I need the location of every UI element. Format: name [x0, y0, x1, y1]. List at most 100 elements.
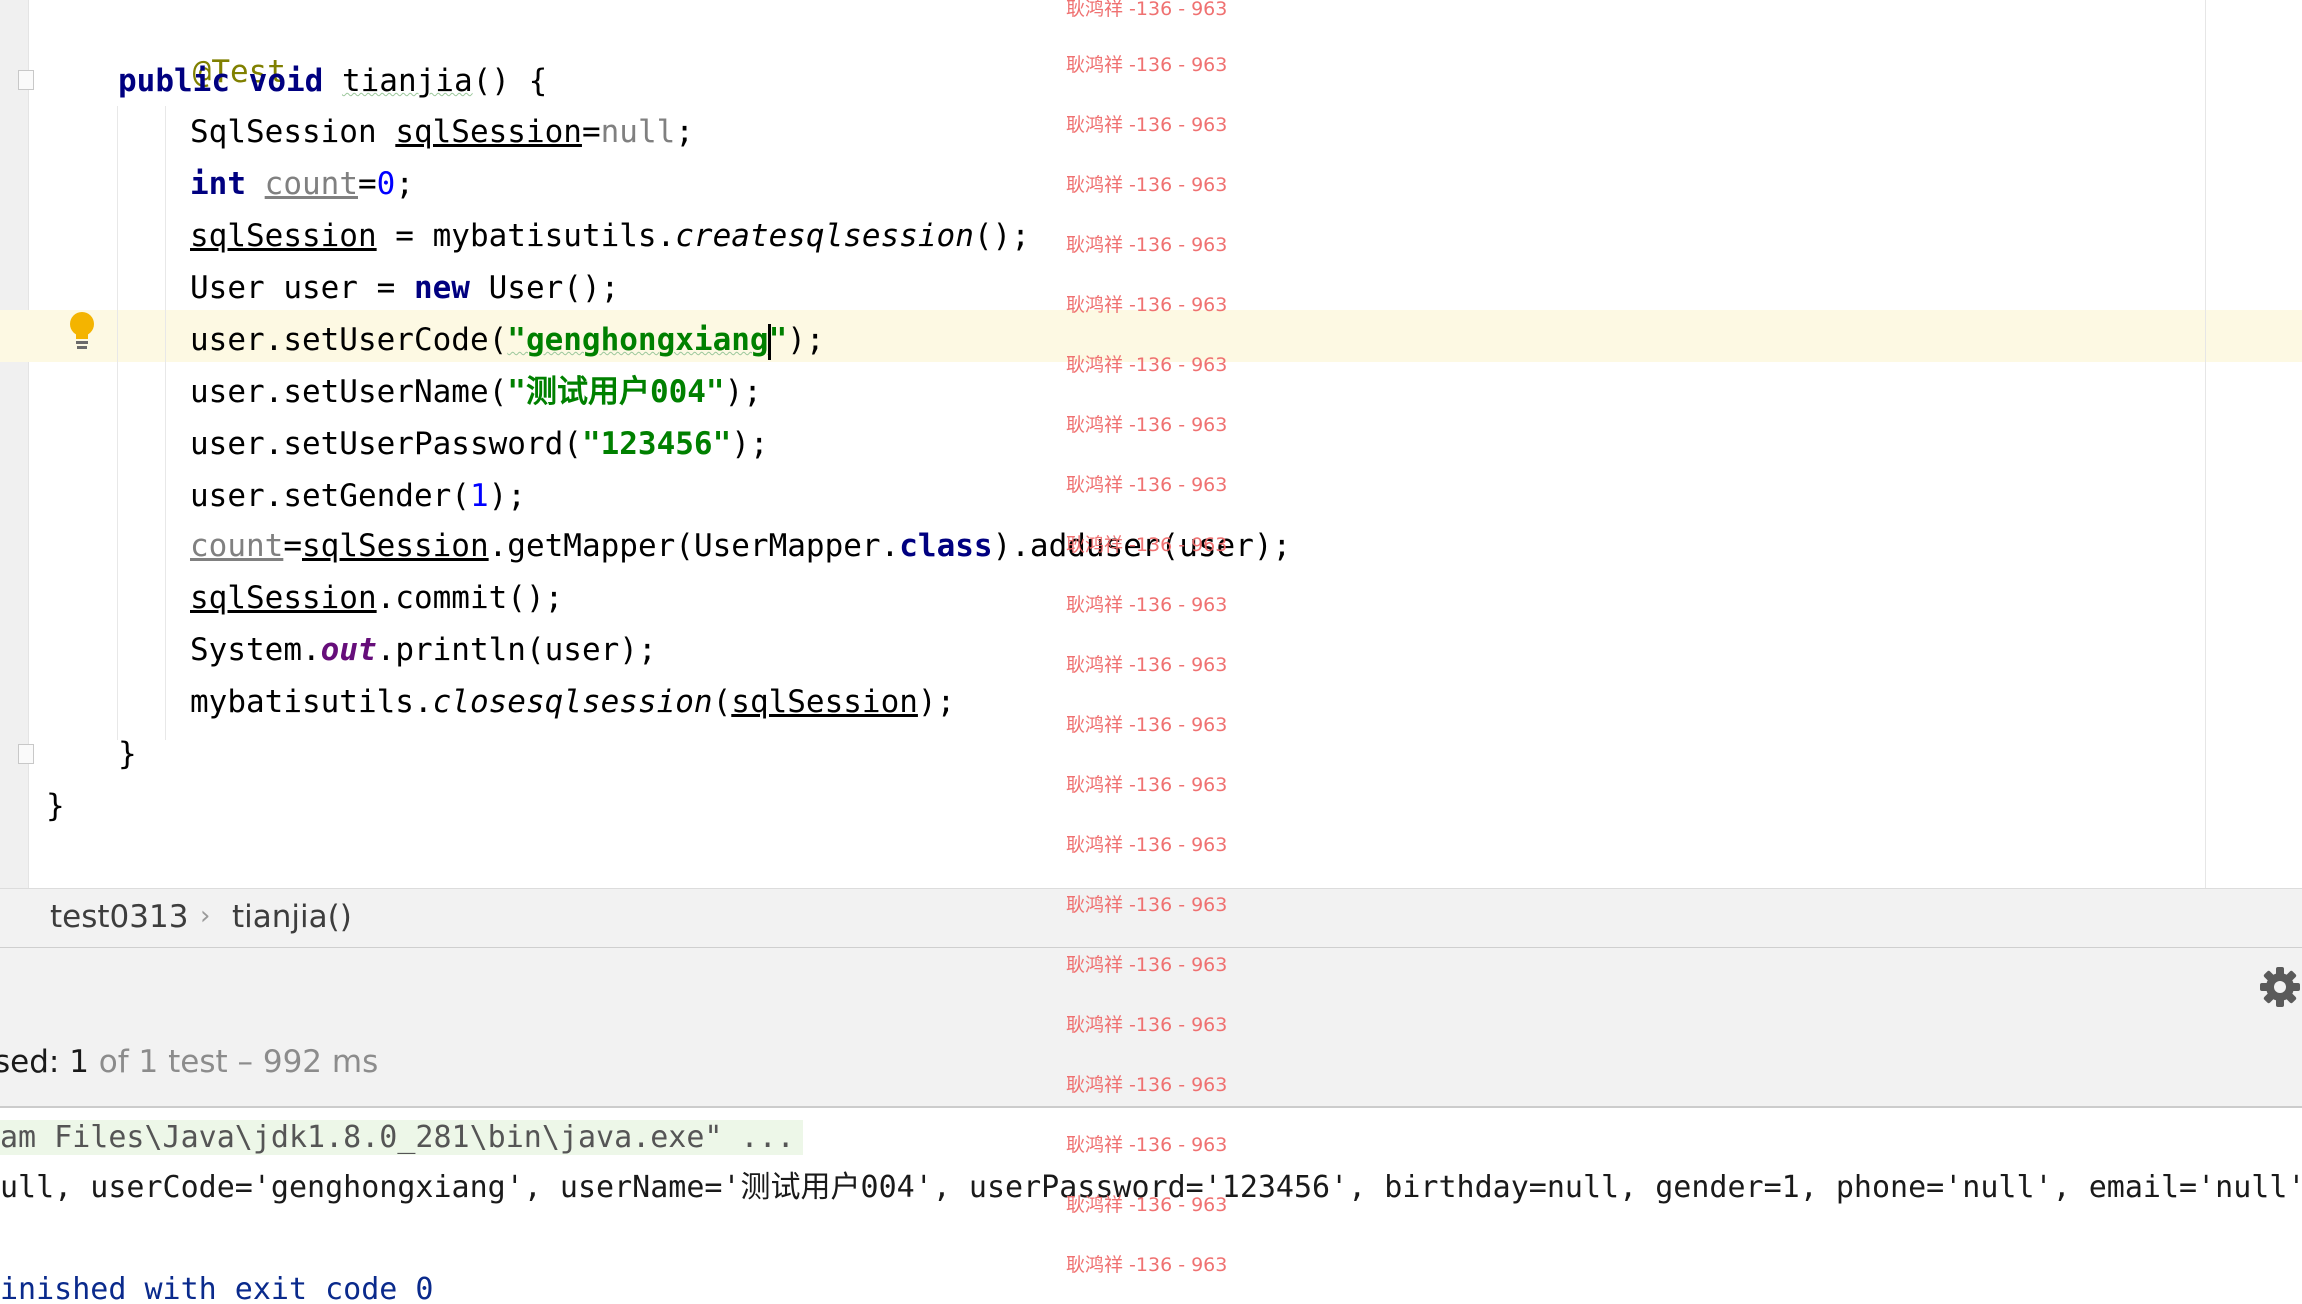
- watermark-text: 耿鸿祥 -136 - 963: [1066, 354, 1228, 376]
- code-token: );: [917, 684, 956, 720]
- variable-token: sqlSession: [190, 580, 377, 616]
- watermark-text: 耿鸿祥 -136 - 963: [1066, 1014, 1228, 1036]
- watermark-text: 耿鸿祥 -136 - 963: [1066, 714, 1228, 736]
- code-line[interactable]: int count=0;: [190, 162, 414, 206]
- watermark-text: 耿鸿祥 -136 - 963: [1066, 774, 1228, 796]
- code-token: System.: [190, 632, 321, 668]
- watermark-text: 耿鸿祥 -136 - 963: [1066, 594, 1228, 616]
- code-token: User();: [469, 270, 620, 306]
- watermark-text: 耿鸿祥 -136 - 963: [1066, 114, 1228, 136]
- string-token: "genghongxiang: [507, 322, 769, 358]
- watermark-text: 耿鸿祥 -136 - 963: [1066, 0, 1228, 20]
- keyword-token: int: [190, 166, 246, 202]
- code-line[interactable]: sqlSession = mybatisutils.createsqlsessi…: [190, 214, 1030, 258]
- code-line[interactable]: mybatisutils.closesqlsession(sqlSession)…: [190, 680, 955, 724]
- code-line[interactable]: }: [46, 784, 65, 828]
- watermark-text: 耿鸿祥 -136 - 963: [1066, 834, 1228, 856]
- type-token: SqlSession: [190, 114, 377, 150]
- watermark-text: 耿鸿祥 -136 - 963: [1066, 474, 1228, 496]
- watermark-text: 耿鸿祥 -136 - 963: [1066, 894, 1228, 916]
- breadcrumb-separator: ›: [200, 901, 211, 931]
- indent-guide: [117, 106, 118, 740]
- right-margin-guide: [2205, 0, 2206, 888]
- string-token: ": [768, 322, 788, 358]
- variable-token: count: [190, 528, 284, 564]
- code-line[interactable]: user.setUserCode("genghongxiang");: [190, 318, 825, 362]
- watermark-text: 耿鸿祥 -136 - 963: [1066, 174, 1228, 196]
- keyword-token: new: [413, 270, 470, 306]
- watermark-text: 耿鸿祥 -136 - 963: [1066, 294, 1228, 316]
- variable-token: count: [264, 166, 358, 202]
- breadcrumb-method[interactable]: tianjia(): [232, 899, 352, 935]
- code-token: =: [358, 166, 377, 202]
- code-token: =: [283, 528, 302, 564]
- code-line[interactable]: sqlSession.commit();: [190, 576, 563, 620]
- fold-marker-icon[interactable]: [18, 70, 34, 90]
- code-token: () {: [472, 63, 548, 99]
- code-token: .commit();: [376, 580, 564, 616]
- keyword-token: void: [248, 63, 324, 99]
- number-token: 0: [376, 166, 396, 202]
- watermark-text: 耿鸿祥 -136 - 963: [1066, 534, 1228, 556]
- closing-brace: }: [118, 736, 137, 772]
- code-line[interactable]: System.out.println(user);: [190, 628, 657, 672]
- variable-token: sqlSession: [302, 528, 489, 564]
- variable-token: sqlSession: [190, 218, 377, 254]
- variable-token: sqlSession: [731, 684, 918, 720]
- fold-marker-icon[interactable]: [18, 744, 34, 764]
- code-line[interactable]: user.setUserName("测试用户004");: [190, 370, 762, 414]
- code-line[interactable]: user.setUserPassword("123456");: [190, 422, 769, 466]
- breadcrumb-class[interactable]: test0313: [50, 899, 188, 935]
- code-token: );: [787, 322, 825, 358]
- code-token: ();: [973, 218, 1030, 254]
- code-token: mybatisutils.: [190, 684, 433, 720]
- variable-token: sqlSession: [395, 114, 582, 150]
- code-token: );: [731, 426, 769, 462]
- tests-passed-label: sed: 1: [0, 1044, 89, 1080]
- code-token: =: [581, 114, 601, 150]
- code-token: );: [724, 374, 762, 410]
- code-line[interactable]: User user = new User();: [190, 266, 619, 310]
- method-name-token: tianjia: [341, 63, 473, 99]
- watermark-text: 耿鸿祥 -136 - 963: [1066, 54, 1228, 76]
- number-token: 1: [469, 478, 489, 514]
- code-token: .getMapper(UserMapper.: [488, 528, 900, 564]
- gear-icon[interactable]: [2258, 965, 2302, 1009]
- code-token: (: [712, 684, 732, 720]
- watermark-text: 耿鸿祥 -136 - 963: [1066, 1254, 1228, 1276]
- code-token: user.setGender(: [190, 478, 470, 514]
- code-line[interactable]: user.setGender(1);: [190, 474, 526, 518]
- watermark-text: 耿鸿祥 -136 - 963: [1066, 1194, 1228, 1216]
- code-line[interactable]: SqlSession sqlSession=null;: [190, 110, 694, 154]
- code-line[interactable]: public void tianjia() {: [118, 59, 547, 103]
- string-token: "测试用户004": [507, 374, 725, 410]
- console-command[interactable]: am Files\Java\jdk1.8.0_281\bin\java.exe"…: [0, 1120, 803, 1155]
- code-line[interactable]: }: [118, 732, 137, 776]
- code-token: ;: [395, 166, 415, 202]
- code-token: .println(user);: [376, 632, 657, 668]
- console-command-line: am Files\Java\jdk1.8.0_281\bin\java.exe"…: [0, 1116, 803, 1160]
- watermark-text: 耿鸿祥 -136 - 963: [1066, 414, 1228, 436]
- code-token: );: [488, 478, 526, 514]
- console-exit-line: inished with exit code 0: [0, 1272, 434, 1304]
- closing-brace: }: [46, 788, 65, 824]
- code-token: user.setUserName(: [190, 374, 508, 410]
- code-token: User user =: [190, 270, 414, 306]
- watermark-text: 耿鸿祥 -136 - 963: [1066, 1134, 1228, 1156]
- keyword-token: public: [118, 63, 230, 99]
- watermark-text: 耿鸿祥 -136 - 963: [1066, 234, 1228, 256]
- code-token: = mybatisutils.: [376, 218, 676, 254]
- code-token: user.setUserPassword(: [190, 426, 582, 462]
- tests-duration-label: of 1 test – 992 ms: [88, 1044, 379, 1080]
- lightbulb-icon[interactable]: [66, 310, 98, 350]
- watermark-text: 耿鸿祥 -136 - 963: [1066, 954, 1228, 976]
- static-method-token: closesqlsession: [432, 684, 713, 720]
- null-token: null: [600, 114, 676, 150]
- test-result-summary: sed: 1 of 1 test – 992 ms: [0, 1044, 378, 1080]
- keyword-token: class: [899, 528, 993, 564]
- code-token: user.setUserCode(: [190, 322, 508, 358]
- code-token: ;: [675, 114, 694, 150]
- string-token: "123456": [581, 426, 732, 462]
- indent-guide: [165, 106, 166, 740]
- watermark-text: 耿鸿祥 -136 - 963: [1066, 1074, 1228, 1096]
